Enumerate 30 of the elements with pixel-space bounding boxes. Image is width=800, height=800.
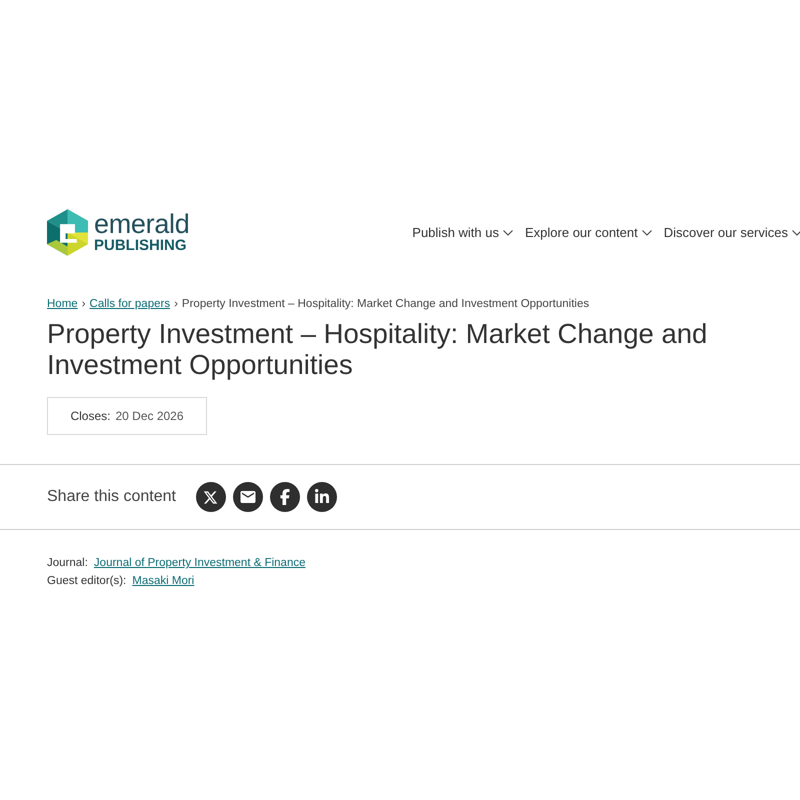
page-title: Property Investment – Hospitality: Market Change and Investment Opportunities	[47, 318, 708, 380]
logo-mark-icon	[47, 208, 88, 256]
share-x-button[interactable]	[196, 482, 226, 512]
nav-menu-button[interactable]: Explore our content	[525, 223, 652, 243]
share-email-button[interactable]	[232, 482, 263, 512]
closing-date: 20 Dec 2026	[115, 408, 184, 425]
linkedin-logo-icon	[314, 489, 330, 505]
chevron-down-icon	[642, 230, 652, 236]
closing-label: Closes:	[70, 408, 110, 425]
envelope-icon	[238, 488, 257, 506]
share-facebook-button[interactable]	[270, 482, 300, 512]
breadcrumb-current: Property Investment – Hospitality: Market Change and Investment Opportunities	[182, 297, 590, 312]
detail-link[interactable]: Masaki Mori	[132, 572, 194, 590]
share-label: Share this content	[47, 487, 176, 507]
facebook-logo-icon	[278, 489, 292, 505]
logo-wordmark: emerald	[94, 210, 190, 236]
chevron-down-icon	[503, 230, 513, 236]
breadcrumb-separator: ›	[82, 297, 86, 312]
chevron-down-icon	[792, 230, 800, 236]
x-logo-icon	[203, 490, 218, 504]
breadcrumb-link[interactable]: Calls for papers	[90, 296, 170, 314]
logo-subtitle: PUBLISHING	[94, 236, 188, 254]
breadcrumb-link[interactable]: Home	[47, 296, 78, 314]
detail-label: Journal:	[47, 556, 88, 571]
detail-label: Guest editor(s):	[47, 574, 126, 589]
share-linkedin-button[interactable]	[306, 482, 337, 512]
breadcrumb-separator: ›	[174, 297, 178, 312]
nav-menu-button[interactable]: Publish with us	[412, 223, 513, 243]
nav-menu-button[interactable]: Discover our services	[664, 223, 800, 243]
detail-link[interactable]: Journal of Property Investment & Finance	[94, 554, 306, 572]
